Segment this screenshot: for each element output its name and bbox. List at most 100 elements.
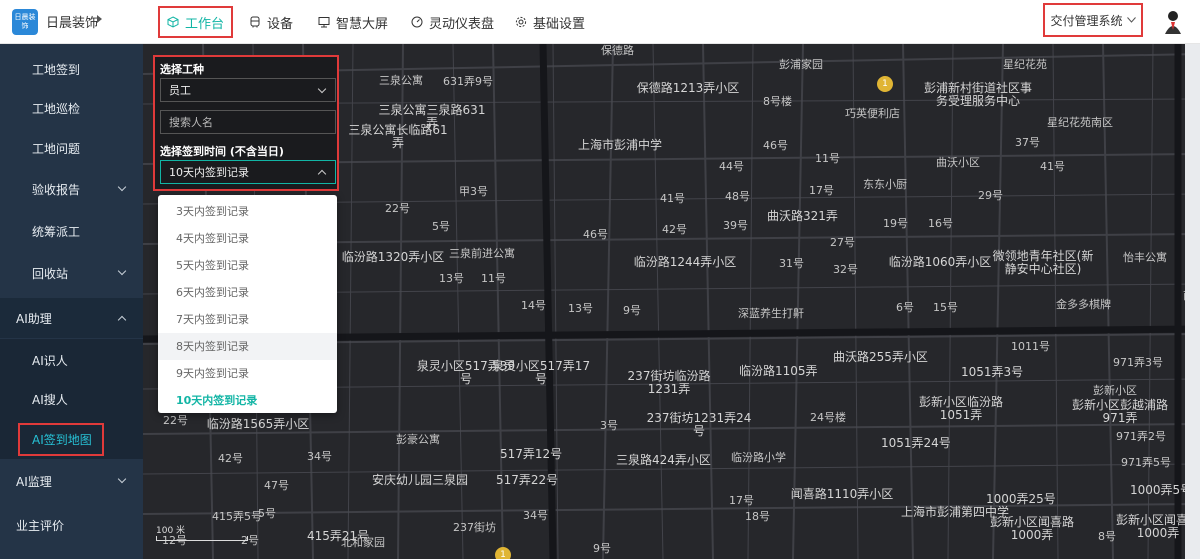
map-label: 怡丰公寓 [1123, 251, 1167, 264]
dropdown-option[interactable]: 4天内签到记录 [158, 225, 337, 252]
map-scale-bar [156, 536, 248, 541]
sidebar-item-label: AI监理 [16, 474, 52, 489]
map-label: 237街坊1231弄24号 [646, 411, 752, 438]
sidebar-item-label: 统筹派工 [32, 224, 81, 239]
map-label: 22号 [163, 414, 188, 427]
nav-dashboard[interactable]: 灵动仪表盘 [411, 6, 494, 38]
map-label: 19号 [883, 217, 908, 230]
checkin-pin[interactable]: 1 [877, 76, 893, 92]
map-label: 44号 [719, 160, 744, 173]
map-label: 631弄9号 [443, 75, 493, 88]
worker-type-select[interactable]: 员工 [160, 78, 336, 102]
chevron-down-icon [117, 182, 127, 192]
sidebar-item-label: AI助理 [16, 311, 52, 326]
chevron-down-icon [117, 474, 127, 484]
map-label: 34号 [307, 450, 332, 463]
map-label: 1051弄24号 [881, 436, 951, 450]
sidebar-item-label: 工地问题 [32, 141, 81, 156]
nav-device[interactable]: 设备 [249, 6, 293, 38]
device-icon [250, 16, 260, 28]
dropdown-option[interactable]: 5天内签到记录 [158, 252, 337, 279]
sidebar-item-label: AI签到地图 [18, 422, 104, 456]
map-label: 8号楼 [763, 95, 792, 108]
checkin-time-dropdown: 3天内签到记录 4天内签到记录 5天内签到记录 6天内签到记录 7天内签到记录 … [158, 195, 337, 413]
map-label: 保德路1213弄小区 [636, 81, 740, 95]
sidebar-item-label: 工地巡检 [32, 101, 81, 116]
sidebar-item-site-checkin[interactable]: 工地签到 [0, 49, 143, 89]
sidebar-item-owner-review[interactable]: 业主评价 [0, 505, 143, 545]
map-label: 29号 [978, 189, 1003, 202]
map-label: 1051弄3号 [961, 365, 1024, 379]
dropdown-option[interactable]: 9天内签到记录 [158, 360, 337, 387]
map-label: 彭浦新村街道社区事务受理服务中心 [923, 81, 1032, 108]
dropdown-option[interactable]: 7天内签到记录 [158, 306, 337, 333]
system-select-label: 交付管理系统 [1050, 13, 1123, 28]
map-label: 971弄5号 [1121, 456, 1171, 469]
chevron-down-icon [317, 84, 327, 94]
map-label: 14号 [521, 299, 546, 312]
system-select[interactable]: 交付管理系统 [1043, 3, 1143, 37]
nav-smart-screen[interactable]: 智慧大屏 [318, 6, 388, 38]
nav-workbench-label: 工作台 [185, 16, 225, 32]
person-search-input[interactable]: 搜索人名 [160, 110, 336, 134]
map-label: 星纪花苑南区 [1047, 116, 1113, 129]
map-label: 31号 [779, 257, 804, 270]
map-label: 临汾路1244弄小区 [633, 255, 737, 269]
sidebar-item-ai-recognize[interactable]: AI识人 [0, 340, 143, 380]
sidebar-item-ai-checkin-map[interactable]: AI签到地图 [0, 419, 143, 459]
dropdown-option[interactable]: 3天内签到记录 [158, 198, 337, 225]
app-logo[interactable]: 日晨装饰 [12, 9, 38, 35]
map-label: 临汾路小学 [731, 451, 786, 464]
monitor-icon [318, 17, 330, 28]
brand-name[interactable]: 日晨装饰 [46, 12, 98, 31]
map-label: 11号 [815, 152, 840, 165]
sidebar-item-dispatch[interactable]: 统筹派工 [0, 211, 143, 251]
map-controls-edge [1185, 44, 1200, 559]
nav-workbench[interactable]: 工作台 [158, 6, 234, 38]
map-label: 39号 [723, 219, 748, 232]
sidebar-item-ai-supervision[interactable]: AI监理 [0, 461, 143, 501]
checkin-time-value: 10天内签到记录 [169, 166, 249, 179]
checkin-pin[interactable]: 1 [495, 547, 511, 559]
map-label: 5号 [432, 220, 450, 233]
sidebar-item-site-inspection[interactable]: 工地巡检 [0, 88, 143, 128]
map-label: 16号 [928, 217, 953, 230]
map-label: 临汾路1565弄小区 [206, 417, 310, 431]
nav-dashboard-label: 灵动仪表盘 [429, 16, 495, 32]
checkin-time-select[interactable]: 10天内签到记录 [160, 160, 336, 184]
map-label: 17号 [729, 494, 754, 507]
map-label: 42号 [662, 223, 687, 236]
dropdown-option-selected[interactable]: 10天内签到记录 [158, 387, 337, 414]
map-label: 517弄22号 [496, 473, 559, 487]
sidebar-item-recycle[interactable]: 回收站 [0, 253, 143, 293]
map-label: 三泉路424弄小区 [616, 453, 711, 467]
map-label: 三泉公寓 [379, 74, 423, 87]
caret-right-icon[interactable] [97, 15, 102, 23]
dropdown-option[interactable]: 6天内签到记录 [158, 279, 337, 306]
worker-type-title: 选择工种 [160, 63, 204, 76]
sidebar-item-acceptance-report[interactable]: 验收报告 [0, 169, 143, 209]
cube-icon [167, 16, 179, 28]
map-label: 上海市彭浦中学 [578, 138, 663, 152]
chevron-down-icon [117, 266, 127, 276]
gauge-icon [411, 16, 423, 28]
nav-basic-settings-label: 基础设置 [533, 16, 586, 32]
sidebar-item-site-issues[interactable]: 工地问题 [0, 128, 143, 168]
map-label: 13号 [439, 272, 464, 285]
map-label: 9号 [593, 542, 611, 555]
filter-panel: 选择工种 员工 搜索人名 选择签到时间 (不含当日) 10天内签到记录 [153, 55, 339, 191]
sidebar-item-ai-assistant[interactable]: AI助理 [0, 298, 143, 338]
map-label: 13号 [568, 302, 593, 315]
map-label: 42号 [218, 452, 243, 465]
map-label: 微领地青年社区(新静安中心社区) [992, 249, 1094, 276]
map-label: 三泉前进公寓 [449, 247, 515, 260]
checkin-time-title: 选择签到时间 (不含当日) [160, 145, 284, 158]
nav-basic-settings[interactable]: 基础设置 [515, 6, 585, 38]
map-label: 34号 [523, 509, 548, 522]
map-label: 三泉公寓长临路61弄 [348, 123, 448, 150]
avatar[interactable] [1160, 8, 1186, 36]
map-label: 闻喜路1110弄小区 [790, 487, 894, 501]
sidebar-item-ai-search[interactable]: AI搜人 [0, 379, 143, 419]
dropdown-option[interactable]: 8天内签到记录 [158, 333, 337, 360]
sidebar-item-label: AI搜人 [32, 392, 68, 407]
